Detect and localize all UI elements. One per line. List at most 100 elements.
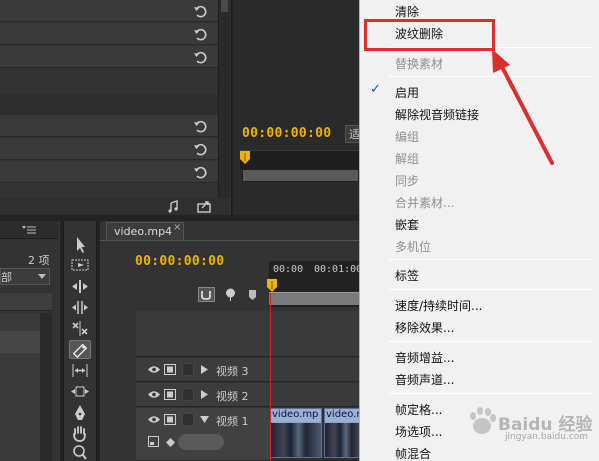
eye-icon[interactable] <box>148 415 160 424</box>
menu-item-clear[interactable]: 清除 <box>395 3 419 20</box>
project-list[interactable] <box>0 313 40 461</box>
eye-icon[interactable] <box>148 390 160 399</box>
rolling-edit-tool[interactable] <box>69 298 91 317</box>
clip[interactable]: video.mp <box>270 408 322 458</box>
ripple-edit-icon <box>72 280 88 293</box>
audio-icon[interactable] <box>168 200 184 213</box>
program-monitor: 00:00:00:00 适 <box>233 0 361 215</box>
undo-icon[interactable] <box>192 164 208 180</box>
close-icon[interactable]: × <box>173 222 181 233</box>
track-lane-video-1[interactable]: video.mp video.m <box>270 408 364 461</box>
panel-row[interactable] <box>0 46 218 68</box>
list-item[interactable] <box>0 331 40 353</box>
track-lane-video-2[interactable] <box>270 383 359 407</box>
film-icon[interactable] <box>164 414 176 425</box>
clip-label: video.mp <box>271 409 321 422</box>
panel-menu-icon[interactable] <box>22 226 36 235</box>
menu-item-unlink[interactable]: 解除视音频链接 <box>395 106 479 123</box>
menu-item-multicam[interactable]: 多机位 <box>395 238 431 255</box>
undo-icon[interactable] <box>192 3 208 19</box>
collapse-triangle-icon[interactable] <box>200 416 209 423</box>
rate-stretch-tool[interactable] <box>69 319 91 338</box>
hand-tool[interactable] <box>69 424 91 443</box>
clip[interactable]: video.m <box>324 408 364 458</box>
menu-item-nest[interactable]: 嵌套 <box>395 216 419 233</box>
expand-triangle-icon[interactable] <box>201 390 208 399</box>
project-tab[interactable] <box>0 221 58 239</box>
track-lane-video-3[interactable] <box>270 358 359 382</box>
menu-item-merge-clips[interactable]: 合并素材... <box>395 194 454 211</box>
export-icon[interactable] <box>196 200 212 213</box>
marker-icon[interactable] <box>224 287 237 302</box>
menu-item-field-options[interactable]: 场选项... <box>395 423 442 440</box>
undo-icon[interactable] <box>192 26 208 42</box>
highlight-box <box>364 19 495 51</box>
pen-tool[interactable] <box>69 403 91 422</box>
item-count: 2 项 <box>28 254 50 267</box>
ruler-label: 00:00 <box>273 264 304 275</box>
keyframe-icon[interactable] <box>166 438 175 447</box>
project-scrollbar[interactable] <box>40 313 52 461</box>
track-header-video-3[interactable]: 视频 3 <box>136 358 270 382</box>
track-name: 视频 1 <box>216 415 249 428</box>
program-scrubber[interactable] <box>242 169 359 182</box>
expand-triangle-icon[interactable] <box>201 365 208 374</box>
rolling-edit-icon <box>72 301 88 314</box>
add-marker-icon[interactable] <box>248 287 257 302</box>
panel-scrollbar[interactable] <box>218 0 230 198</box>
film-icon[interactable] <box>164 364 176 375</box>
menu-item-audio-channels[interactable]: 音频声道... <box>395 371 454 388</box>
menu-item-synchronize[interactable]: 同步 <box>395 172 419 189</box>
menu-item-enable[interactable]: 启用 <box>395 84 419 101</box>
work-area-bar[interactable] <box>269 292 359 305</box>
menu-item-speed-duration[interactable]: 速度/持续时间... <box>395 297 483 314</box>
ripple-edit-tool[interactable] <box>69 277 91 296</box>
track-header-video-2[interactable]: 视频 2 <box>136 383 270 407</box>
panel-row[interactable] <box>0 0 218 22</box>
track-lane-empty[interactable] <box>270 311 359 357</box>
menu-item-audio-gain[interactable]: 音频增益... <box>395 349 454 366</box>
display-style-icon[interactable] <box>148 436 159 447</box>
panel-row[interactable] <box>0 23 218 45</box>
panel-row[interactable] <box>0 138 218 160</box>
undo-icon[interactable] <box>192 49 208 65</box>
film-icon[interactable] <box>164 389 176 400</box>
menu-item-frame-blend[interactable]: 帧混合 <box>395 445 431 461</box>
undo-icon[interactable] <box>192 141 208 157</box>
sequence-timecode[interactable]: 00:00:00:00 <box>135 254 224 269</box>
lock-toggle[interactable] <box>182 413 194 426</box>
menu-item-group[interactable]: 编组 <box>395 128 419 145</box>
panel-row[interactable] <box>0 94 218 116</box>
program-timecode[interactable]: 00:00:00:00 <box>242 126 331 141</box>
snap-icon[interactable] <box>198 287 215 302</box>
zoom-tool[interactable] <box>69 444 91 461</box>
playhead-icon[interactable] <box>240 151 250 165</box>
panel-row[interactable] <box>0 161 218 183</box>
track-header-video-1[interactable]: 视频 1 <box>136 408 270 461</box>
lock-toggle[interactable] <box>182 388 194 401</box>
panel-footer <box>0 198 230 215</box>
filter-dropdown[interactable]: 部 <box>0 268 50 285</box>
menu-item-label[interactable]: 标签 <box>395 267 419 284</box>
lock-toggle[interactable] <box>182 363 194 376</box>
selection-tool[interactable] <box>69 235 91 254</box>
clip-thumbnails <box>325 423 363 457</box>
program-ruler[interactable] <box>240 150 359 169</box>
menu-item-ungroup[interactable]: 解组 <box>395 150 419 167</box>
column-header[interactable] <box>0 293 52 311</box>
menu-item-frame-hold[interactable]: 帧定格... <box>395 401 442 418</box>
slip-icon <box>72 364 88 377</box>
playhead-line[interactable] <box>270 293 271 461</box>
keyframe-nav[interactable] <box>178 434 224 450</box>
eye-icon[interactable] <box>148 365 160 374</box>
context-menu: ✓ 清除 波纹删除 替换素材 启用 解除视音频链接 编组 解组 同步 合并素材.… <box>359 0 599 461</box>
undo-icon[interactable] <box>192 118 208 134</box>
panel-row[interactable] <box>0 115 218 137</box>
slip-tool[interactable] <box>69 361 91 380</box>
slide-tool[interactable] <box>69 382 91 401</box>
menu-item-remove-effects[interactable]: 移除效果... <box>395 319 454 336</box>
track-select-tool[interactable] <box>69 256 91 275</box>
razor-tool[interactable] <box>69 340 91 359</box>
menu-item-replace-footage[interactable]: 替换素材 <box>395 55 443 72</box>
playhead-icon[interactable] <box>267 279 277 293</box>
